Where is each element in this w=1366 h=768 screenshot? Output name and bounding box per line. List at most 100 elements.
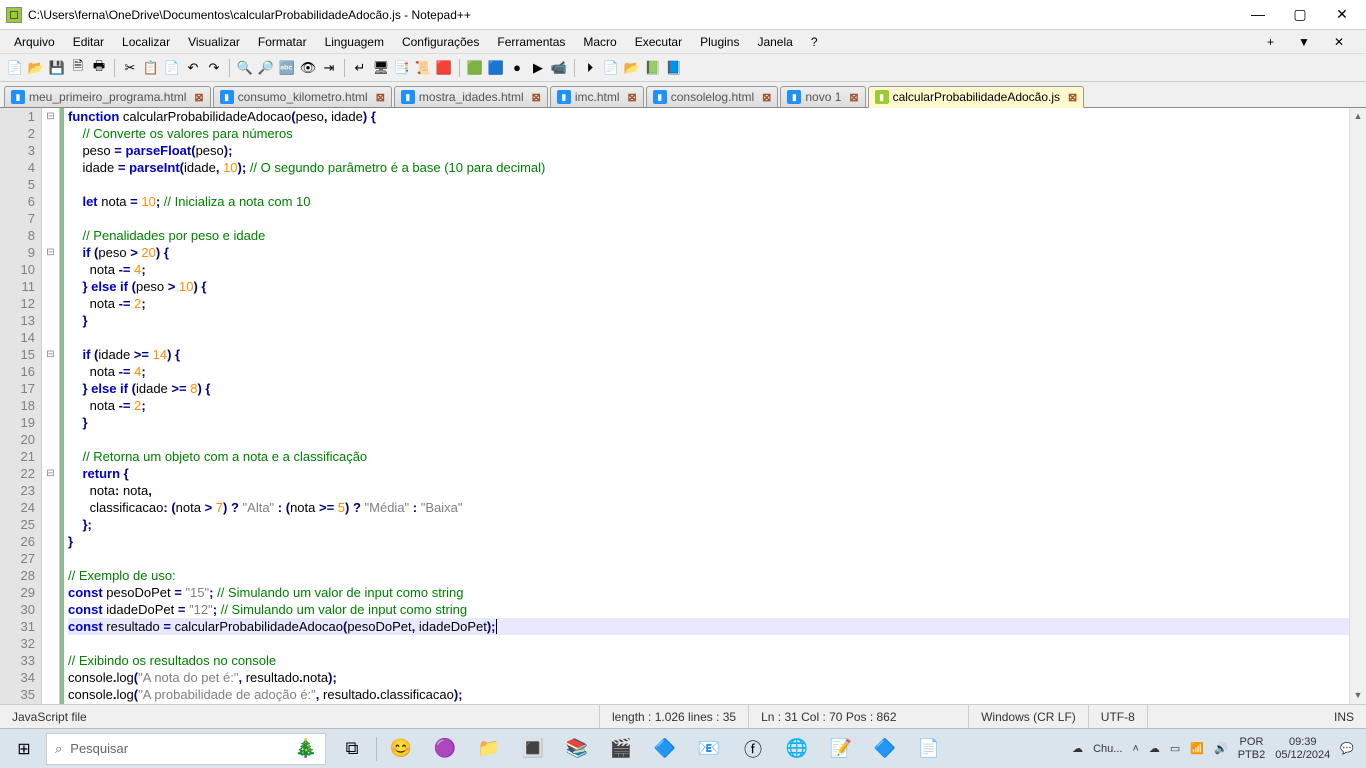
taskbar-explorer-icon[interactable]: 📁: [469, 733, 509, 765]
toolbar-button-28[interactable]: 📗: [644, 59, 662, 77]
tray-clock[interactable]: 09:3905/12/2024: [1275, 736, 1330, 762]
taskbar-vscode-icon[interactable]: 🔷: [865, 733, 905, 765]
taskbar-word-icon[interactable]: 🔷: [645, 733, 685, 765]
toolbar-button-21[interactable]: 🟦: [487, 59, 505, 77]
toolbar-button-13[interactable]: 👁: [299, 59, 317, 77]
tab-close-icon[interactable]: ⊠: [762, 91, 771, 104]
tab-calcularProbabilidadeAdocão.js[interactable]: ▮calcularProbabilidadeAdocão.js⊠: [868, 86, 1085, 108]
code-line-9[interactable]: if (peso > 20) {: [68, 244, 1366, 261]
menu-dropdown-icon[interactable]: ▼: [1290, 33, 1318, 51]
toolbar-button-9[interactable]: ↷: [205, 59, 223, 77]
code-line-14[interactable]: [68, 329, 1366, 346]
code-line-31[interactable]: const resultado = calcularProbabilidadeA…: [68, 618, 1366, 635]
code-line-6[interactable]: let nota = 10; // Inicializa a nota com …: [68, 193, 1366, 210]
code-line-27[interactable]: [68, 550, 1366, 567]
code-line-34[interactable]: console.log("A nota do pet é:", resultad…: [68, 669, 1366, 686]
code-line-19[interactable]: }: [68, 414, 1366, 431]
tray-language[interactable]: PORPTB2: [1238, 736, 1266, 762]
toolbar-button-5[interactable]: ✂: [121, 59, 139, 77]
toolbar-button-24[interactable]: 📹: [550, 59, 568, 77]
code-line-23[interactable]: nota: nota,: [68, 482, 1366, 499]
toolbar-button-12[interactable]: 🔤: [278, 59, 296, 77]
toolbar-button-3[interactable]: 🗎: [69, 59, 87, 77]
scroll-down-icon[interactable]: ▼: [1350, 687, 1366, 704]
start-button[interactable]: ⊞: [4, 733, 44, 765]
code-line-5[interactable]: [68, 176, 1366, 193]
menu-plugins[interactable]: Plugins: [692, 33, 747, 51]
toolbar-button-6[interactable]: 📋: [142, 59, 160, 77]
menu-localizar[interactable]: Localizar: [114, 33, 178, 51]
taskbar-movies-icon[interactable]: 🎬: [601, 733, 641, 765]
tray-battery-icon[interactable]: ▭: [1170, 742, 1180, 755]
taskbar-search[interactable]: ⌕ Pesquisar 🎄: [46, 733, 326, 765]
code-line-7[interactable]: [68, 210, 1366, 227]
toolbar-button-25[interactable]: ⏵: [581, 59, 599, 77]
menu-linguagem[interactable]: Linguagem: [317, 33, 392, 51]
toolbar-button-29[interactable]: 📘: [665, 59, 683, 77]
menu-executar[interactable]: Executar: [627, 33, 690, 51]
tab-close-icon[interactable]: ⊠: [194, 91, 203, 104]
tray-notifications-icon[interactable]: 💬: [1340, 742, 1354, 755]
code-area[interactable]: function calcularProbabilidadeAdocao(pes…: [64, 108, 1366, 704]
scroll-up-icon[interactable]: ▲: [1350, 108, 1366, 125]
menu-close-icon[interactable]: ✕: [1326, 33, 1352, 51]
code-line-33[interactable]: // Exibindo os resultados no console: [68, 652, 1366, 669]
minimize-button[interactable]: ―: [1244, 6, 1272, 23]
fold-gutter[interactable]: ⊟⊟⊟⊟: [42, 108, 60, 704]
code-line-8[interactable]: // Penalidades por peso e idade: [68, 227, 1366, 244]
close-button[interactable]: ✕: [1328, 6, 1356, 23]
toolbar-button-10[interactable]: 🔍: [236, 59, 254, 77]
tray-chevron-icon[interactable]: ˄: [1132, 743, 1138, 755]
code-line-30[interactable]: const idadeDoPet = "12"; // Simulando um…: [68, 601, 1366, 618]
code-line-24[interactable]: classificacao: (nota > 7) ? "Alta" : (no…: [68, 499, 1366, 516]
code-line-12[interactable]: nota -= 2;: [68, 295, 1366, 312]
toolbar-button-27[interactable]: 📂: [623, 59, 641, 77]
toolbar-button-8[interactable]: ↶: [184, 59, 202, 77]
toolbar-button-14[interactable]: ⇥: [320, 59, 338, 77]
taskbar-app-5[interactable]: 📚: [557, 733, 597, 765]
code-line-10[interactable]: nota -= 4;: [68, 261, 1366, 278]
menu-arquivo[interactable]: Arquivo: [6, 33, 63, 51]
toolbar-button-2[interactable]: 💾: [48, 59, 66, 77]
code-editor[interactable]: 1234567891011121314151617181920212223242…: [0, 108, 1366, 704]
toolbar-button-22[interactable]: ●: [508, 59, 526, 77]
code-line-13[interactable]: }: [68, 312, 1366, 329]
menu-formatar[interactable]: Formatar: [250, 33, 315, 51]
tab-novo 1[interactable]: ▮novo 1⊠: [780, 86, 865, 107]
code-line-15[interactable]: if (idade >= 14) {: [68, 346, 1366, 363]
code-line-2[interactable]: // Converte os valores para números: [68, 125, 1366, 142]
code-line-22[interactable]: return {: [68, 465, 1366, 482]
taskbar-copilot-icon[interactable]: 🟣: [425, 733, 465, 765]
code-line-3[interactable]: peso = parseFloat(peso);: [68, 142, 1366, 159]
system-tray[interactable]: ☁ Chu... ˄ ☁ ▭ 📶 🔊 PORPTB2 09:3905/12/20…: [1072, 736, 1362, 762]
maximize-button[interactable]: ▢: [1286, 6, 1314, 23]
code-line-20[interactable]: [68, 431, 1366, 448]
taskbar-notepadpp-icon[interactable]: 📝: [821, 733, 861, 765]
toolbar-button-20[interactable]: 🟩: [466, 59, 484, 77]
menu-configurações[interactable]: Configurações: [394, 33, 487, 51]
toolbar-button-19[interactable]: 🟥: [435, 59, 453, 77]
code-line-4[interactable]: idade = parseInt(idade, 10); // O segund…: [68, 159, 1366, 176]
code-line-16[interactable]: nota -= 4;: [68, 363, 1366, 380]
menu-janela[interactable]: Janela: [749, 33, 800, 51]
menu-visualizar[interactable]: Visualizar: [180, 33, 248, 51]
tab-close-icon[interactable]: ⊠: [1068, 91, 1077, 104]
menu-?[interactable]: ?: [803, 33, 826, 51]
code-line-28[interactable]: // Exemplo de uso:: [68, 567, 1366, 584]
tab-consumo_kilometro.html[interactable]: ▮consumo_kilometro.html⊠: [213, 86, 392, 107]
taskbar-app-4[interactable]: 🔳: [513, 733, 553, 765]
menu-ferramentas[interactable]: Ferramentas: [489, 33, 573, 51]
toolbar-button-4[interactable]: 🖶: [90, 59, 108, 77]
code-line-32[interactable]: [68, 635, 1366, 652]
taskbar-chrome-icon[interactable]: 🌐: [777, 733, 817, 765]
code-line-26[interactable]: }: [68, 533, 1366, 550]
tray-volume-icon[interactable]: 🔊: [1214, 742, 1228, 755]
tab-consolelog.html[interactable]: ▮consolelog.html⊠: [646, 86, 779, 107]
toolbar-button-23[interactable]: ▶: [529, 59, 547, 77]
taskbar-app-1[interactable]: 😊: [381, 733, 421, 765]
tab-imc.html[interactable]: ▮imc.html⊠: [550, 86, 644, 107]
code-line-21[interactable]: // Retorna um objeto com a nota e a clas…: [68, 448, 1366, 465]
code-line-25[interactable]: };: [68, 516, 1366, 533]
tray-wifi-icon[interactable]: 📶: [1190, 742, 1204, 755]
taskbar-facebook-icon[interactable]: ⓕ: [733, 733, 773, 765]
